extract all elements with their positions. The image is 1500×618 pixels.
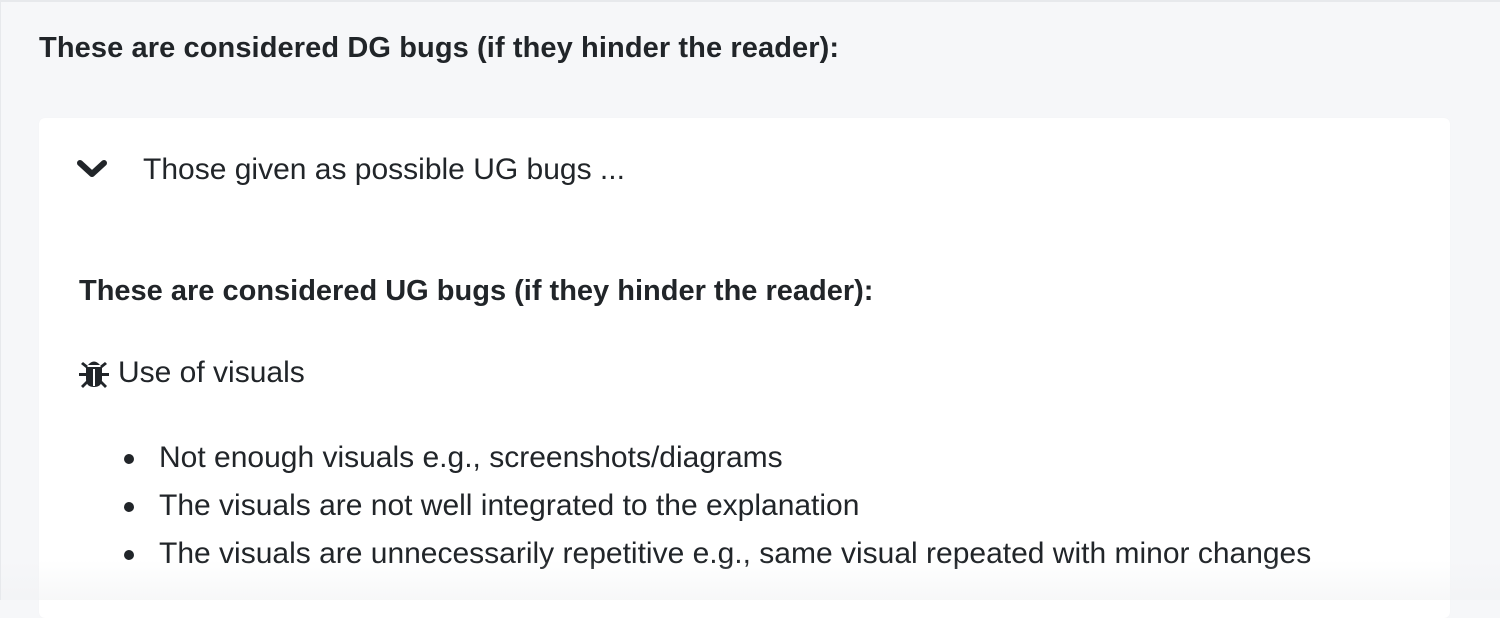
bug-category: Use of visuals [79, 356, 305, 390]
page-container: These are considered DG bugs (if they hi… [0, 0, 1500, 618]
chevron-down-icon[interactable] [77, 159, 107, 181]
details-panel: Those given as possible UG bugs ... Thes… [39, 118, 1450, 618]
dg-bugs-heading: These are considered DG bugs (if they hi… [39, 32, 840, 64]
bug-category-label: Use of visuals [118, 356, 305, 389]
list-item: The visuals are not well integrated to t… [119, 482, 1311, 530]
list-item: Not enough visuals e.g., screenshots/dia… [119, 434, 1311, 482]
ug-bugs-heading: These are considered UG bugs (if they hi… [79, 275, 874, 307]
details-summary[interactable]: Those given as possible UG bugs ... [77, 152, 625, 188]
bug-icon [79, 361, 109, 388]
bug-list: Not enough visuals e.g., screenshots/dia… [119, 434, 1311, 578]
list-item: The visuals are unnecessarily repetitive… [119, 530, 1311, 578]
details-summary-label: Those given as possible UG bugs ... [143, 153, 625, 186]
